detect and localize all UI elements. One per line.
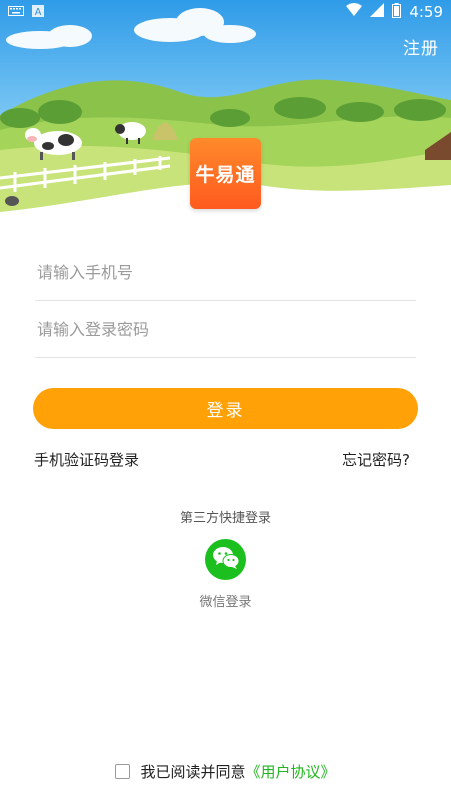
wechat-icon [212,546,240,574]
svg-text:A: A [35,7,42,17]
keyboard-icon [8,3,24,21]
login-button[interactable]: 登录 [33,388,418,429]
sms-login-link[interactable]: 手机验证码登录 [34,449,139,470]
phone-input[interactable] [35,245,416,300]
user-agreement-link[interactable]: 《用户协议》 [246,763,336,781]
battery-icon [392,2,402,22]
password-input[interactable] [35,302,416,357]
agreement-text: 我已阅读并同意 [140,763,246,781]
forgot-password-link[interactable]: 忘记密码? [342,449,410,470]
app-logo-text: 牛易通 [195,164,256,186]
phone-field-wrapper [35,245,416,301]
status-time: 4:59 [409,3,443,21]
wechat-login-button[interactable] [205,539,246,580]
agreement-row: 我已阅读并同意《用户协议》 [0,761,451,782]
status-bar: A 4:59 [0,0,451,24]
password-field-wrapper [35,302,416,358]
wifi-icon [346,3,363,21]
notification-a-icon: A [32,3,44,21]
agreement-checkbox[interactable] [115,764,131,779]
signal-icon [370,3,385,21]
register-link[interactable]: 注册 [403,34,439,59]
third-party-title: 第三方快捷登录 [179,511,271,526]
app-logo: 牛易通 [190,138,261,209]
wechat-login-label[interactable]: 微信登录 [0,591,451,610]
